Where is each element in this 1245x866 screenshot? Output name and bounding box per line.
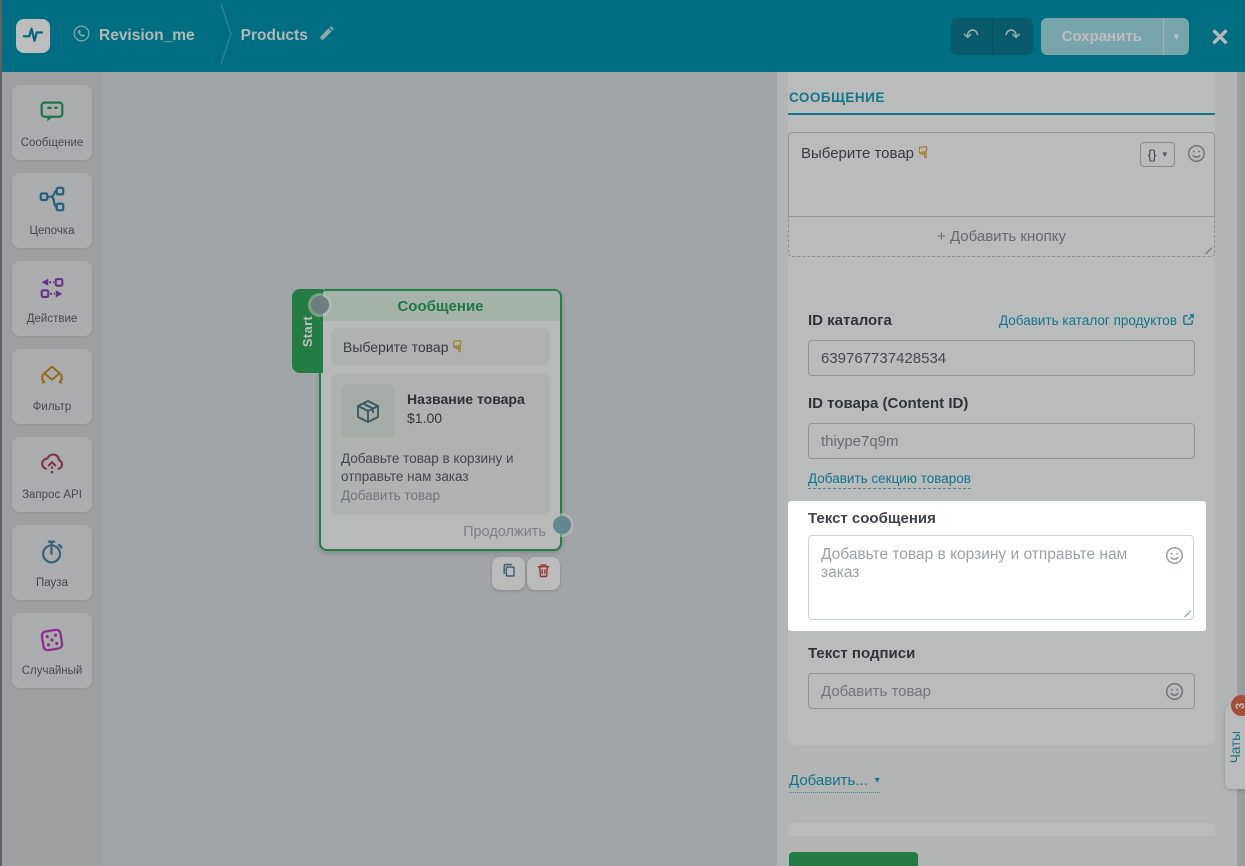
panel-section-title: СООБЩЕНИЕ	[789, 90, 885, 105]
caption-text-label: Текст подписи	[808, 645, 916, 662]
action-icon	[37, 273, 67, 308]
product-price: $1.00	[407, 410, 443, 426]
pause-timer-icon	[37, 537, 67, 572]
flow-node-message[interactable]: Start Сообщение Выберите товар ☟ Названи…	[292, 289, 571, 590]
sidebar-item-label: Пауза	[36, 576, 68, 589]
chain-icon	[37, 185, 67, 220]
sidebar-item-message[interactable]: Сообщение	[12, 85, 92, 160]
add-product-catalog-link[interactable]: Добавить каталог продуктов	[999, 313, 1195, 329]
sidebar-item-random[interactable]: Случайный	[12, 613, 92, 688]
flow-builder-app: Revision_me Products ↶ ↷ Сохранить ▾ × С…	[0, 0, 1245, 866]
delete-node-button[interactable]	[527, 556, 560, 590]
pulse-icon	[21, 22, 45, 51]
sidebar-item-api[interactable]: Запрос API	[12, 437, 92, 512]
save-dropdown-button[interactable]: ▾	[1162, 17, 1189, 55]
chats-edge-tab[interactable]: Чаты 3	[1225, 695, 1245, 789]
caret-down-icon: ▾	[1173, 30, 1180, 43]
message-bubble-editor: Выберите товар ☟ {} ▾ + Добавить кнопку	[788, 132, 1215, 257]
product-name: Название товара	[407, 391, 525, 407]
add-products-section-link[interactable]: Добавить секцию товаров	[808, 471, 971, 489]
message-settings-card: СООБЩЕНИЕ Выберите товар ☟ {} ▾ + Добави…	[788, 72, 1215, 745]
content-id-label: ID товара (Content ID)	[808, 395, 969, 412]
history-buttons: ↶ ↷	[950, 17, 1033, 55]
catalog-id-input[interactable]	[808, 340, 1195, 376]
continue-label: Продолжить	[463, 523, 546, 540]
input-connector-dot[interactable]	[311, 296, 329, 314]
caret-down-icon: ▾	[874, 775, 880, 786]
sidebar-item-filter[interactable]: Фильтр	[12, 349, 92, 424]
product-caption: Добавить товар	[341, 487, 440, 503]
redo-icon: ↷	[1004, 25, 1021, 47]
sidebar-item-chain[interactable]: Цепочка	[12, 173, 92, 248]
emoji-picker-icon[interactable]	[1165, 546, 1184, 570]
breadcrumb-divider	[219, 0, 233, 75]
emoji-picker-icon[interactable]	[1187, 144, 1206, 168]
section-title-underline	[788, 113, 1215, 115]
apply-button[interactable]: Применить	[789, 852, 919, 866]
trash-icon	[535, 562, 552, 584]
blocks-sidebar: Сообщение Цепочка Действие Фильтр Запрос…	[2, 72, 102, 866]
pointing-down-emoji: ☟	[918, 145, 928, 162]
message-text-section-highlighted: Текст сообщения	[788, 501, 1206, 631]
redo-button[interactable]: ↷	[991, 17, 1033, 55]
close-icon[interactable]: ×	[1211, 21, 1229, 52]
product-description: Добавьте товар в корзину и отправьте нам…	[341, 451, 514, 484]
filter-icon	[37, 361, 67, 396]
breadcrumb-bot: Revision_me	[72, 24, 195, 48]
settings-panel: СООБЩЕНИЕ Выберите товар ☟ {} ▾ + Добави…	[777, 72, 1245, 866]
node-title: Сообщение	[321, 291, 560, 321]
catalog-id-label: ID каталога	[808, 312, 892, 329]
insert-variable-button[interactable]: {} ▾	[1139, 142, 1175, 167]
output-connector-dot[interactable]	[553, 515, 571, 534]
package-icon	[341, 384, 395, 438]
node-message-bubble: Выберите товар ☟	[331, 328, 550, 366]
braces-icon: {}	[1147, 147, 1157, 162]
flow-name: Products	[240, 27, 308, 44]
sidebar-item-label: Случайный	[21, 664, 83, 677]
app-logo[interactable]	[16, 19, 50, 53]
sidebar-item-label: Запрос API	[22, 488, 82, 501]
emoji-picker-icon[interactable]	[1165, 682, 1184, 706]
undo-icon: ↶	[963, 25, 980, 47]
sidebar-item-label: Цепочка	[29, 224, 75, 237]
bot-name: Revision_me	[99, 27, 195, 44]
random-dice-icon	[37, 625, 67, 660]
external-link-icon	[1182, 313, 1195, 329]
add-button-button[interactable]: + Добавить кнопку	[788, 217, 1215, 257]
sidebar-item-label: Действие	[26, 312, 78, 325]
sidebar-item-label: Сообщение	[20, 136, 84, 149]
sidebar-item-pause[interactable]: Пауза	[12, 525, 92, 600]
caret-down-icon: ▾	[1162, 149, 1167, 159]
caption-text-input[interactable]	[808, 673, 1195, 709]
edit-flow-name-icon[interactable]	[318, 25, 335, 47]
message-icon	[37, 97, 67, 132]
undo-button[interactable]: ↶	[950, 17, 992, 55]
node-action-buttons	[492, 556, 560, 590]
content-id-input[interactable]	[808, 423, 1195, 459]
message-text-label: Текст сообщения	[808, 510, 936, 527]
whatsapp-icon	[72, 24, 91, 48]
copy-icon	[500, 562, 517, 584]
sidebar-item-label: Фильтр	[32, 400, 72, 413]
pointing-down-emoji: ☟	[452, 339, 463, 356]
chats-unread-badge: 3	[1231, 695, 1245, 716]
message-text-textarea[interactable]	[808, 535, 1194, 620]
save-button[interactable]: Сохранить	[1040, 17, 1163, 55]
save-split-button: Сохранить ▾	[1040, 17, 1189, 55]
node-product-card: Название товара $1.00 Добавьте товар в к…	[331, 374, 550, 515]
add-more-dropdown[interactable]: Добавить... ▾	[789, 772, 880, 793]
sidebar-item-action[interactable]: Действие	[12, 261, 92, 336]
api-request-icon	[37, 449, 67, 484]
panel-footer-bar	[788, 823, 1215, 836]
app-header: Revision_me Products ↶ ↷ Сохранить ▾ ×	[2, 0, 1245, 72]
copy-node-button[interactable]	[492, 556, 525, 590]
